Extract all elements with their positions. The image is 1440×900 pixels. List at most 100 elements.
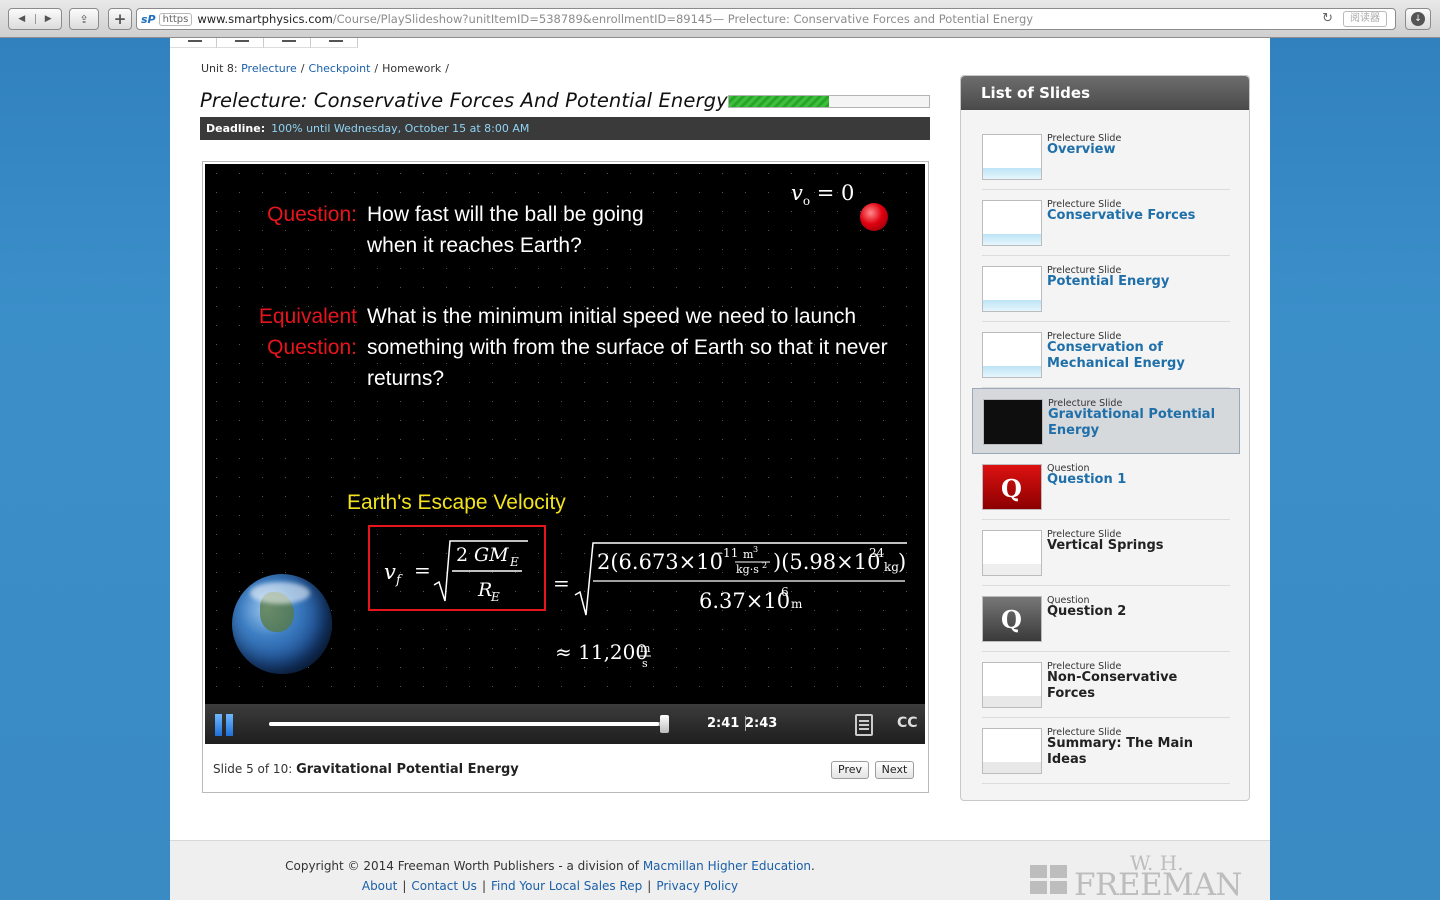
course-tab-2[interactable] xyxy=(217,38,264,48)
reload-icon[interactable]: ↻ xyxy=(1322,11,1333,26)
seek-bar[interactable] xyxy=(269,722,665,726)
downloads-button[interactable]: ↓ xyxy=(1405,8,1431,30)
svg-text:=: = xyxy=(414,558,431,582)
about-link[interactable]: About xyxy=(362,879,397,893)
url-page-title: — Prelecture: Conservative Forces and Po… xyxy=(712,12,1034,26)
slide-thumbnail xyxy=(982,332,1042,378)
breadcrumb-prelecture-link[interactable]: Prelecture xyxy=(241,62,297,75)
breadcrumb-unit: Unit 8: xyxy=(201,62,238,75)
total-time: 2:43 xyxy=(745,716,778,731)
result-value: ≈ 11,200 xyxy=(555,640,648,664)
reader-button[interactable]: 阅读器 xyxy=(1343,11,1387,27)
slide-title: Question 1 xyxy=(1047,472,1127,487)
slide-list-item[interactable]: Q Question Question 2 xyxy=(982,586,1230,652)
slide-title: Non-Conservative Forces xyxy=(1047,670,1178,701)
slide-list-item[interactable]: Prelecture Slide Conservation of Mechani… xyxy=(982,322,1230,388)
svg-text:3: 3 xyxy=(753,545,758,554)
slide-thumbnail xyxy=(982,728,1042,774)
slide-thumbnail xyxy=(982,134,1042,180)
closed-captions-icon[interactable]: CC xyxy=(897,715,918,731)
next-button[interactable]: Next xyxy=(875,761,914,779)
address-bar[interactable]: sP https www.smartphysics.com /Course/Pl… xyxy=(136,8,1396,30)
svg-text:m: m xyxy=(640,642,651,655)
sales-rep-link[interactable]: Find Your Local Sales Rep xyxy=(491,879,642,893)
slide-list-heading: List of Slides xyxy=(961,76,1249,110)
svg-text:f: f xyxy=(395,573,403,588)
breadcrumb-separator: / xyxy=(300,62,305,75)
pause-icon xyxy=(215,714,222,736)
slide-indicator: Slide 5 of 10: Gravitational Potential E… xyxy=(213,762,519,777)
svg-text:E: E xyxy=(509,555,519,569)
browser-toolbar: ◀ ▶ ⇪ + sP https www.smartphysics.com /C… xyxy=(0,0,1440,38)
slide-list-item[interactable]: Q Question Question 1 xyxy=(982,454,1230,520)
https-lock-badge: https xyxy=(158,12,193,26)
slide-thumbnail xyxy=(982,266,1042,312)
formula-substitution-svg: = 2(6.673×10 −11 m3 kg·s 2 )(5.98×10 24 k… xyxy=(553,542,907,616)
current-time: 2:41 xyxy=(707,716,747,731)
course-tab-3[interactable] xyxy=(264,38,311,48)
contact-us-link[interactable]: Contact Us xyxy=(411,879,477,893)
svg-text:6: 6 xyxy=(781,585,789,599)
slide-list-panel: List of Slides Prelecture Slide Overview… xyxy=(960,75,1250,801)
download-arrow-icon: ↓ xyxy=(1411,12,1425,26)
course-tab-1[interactable] xyxy=(170,38,217,48)
question-text: How fast will the ball be going when it … xyxy=(367,203,644,257)
breadcrumb-checkpoint-link[interactable]: Checkpoint xyxy=(309,62,371,75)
back-arrow-icon[interactable]: ◀ xyxy=(9,14,36,24)
pause-button[interactable] xyxy=(214,714,236,736)
course-tab-4[interactable] xyxy=(311,38,358,48)
slide-title: Conservative Forces xyxy=(1047,208,1196,223)
slide-name: Gravitational Potential Energy xyxy=(296,762,519,777)
slide-list-item[interactable]: Prelecture Slide Summary: The Main Ideas xyxy=(982,718,1230,784)
breadcrumb: Unit 8: Prelecture / Checkpoint / Homework / xyxy=(201,62,453,75)
equivalent-question-label: Equivalent Question: xyxy=(258,305,357,359)
slide-list-item[interactable]: Prelecture Slide Conservative Forces xyxy=(982,190,1230,256)
back-forward-buttons[interactable]: ◀ ▶ xyxy=(8,8,62,30)
privacy-policy-link[interactable]: Privacy Policy xyxy=(656,879,738,893)
logo-text-bottom: FREEMAN xyxy=(1074,867,1242,900)
slide-title: Conservation of Mechanical Energy xyxy=(1047,340,1185,371)
svg-text:s: s xyxy=(642,657,648,670)
copyright-prefix: Copyright © 2014 Freeman Worth Publisher… xyxy=(285,859,643,873)
prev-button[interactable]: Prev xyxy=(831,761,869,779)
svg-text:2: 2 xyxy=(456,544,468,566)
svg-text:kg: kg xyxy=(884,560,899,574)
completion-progress-bar xyxy=(728,95,930,108)
svg-text:6.37×10: 6.37×10 xyxy=(699,589,790,613)
question-thumbnail-icon: Q xyxy=(982,464,1042,510)
svg-text:=: = xyxy=(553,571,570,595)
slide-thumbnail xyxy=(982,662,1042,708)
notes-icon[interactable] xyxy=(855,714,873,736)
breadcrumb-homework: Homework xyxy=(382,62,442,75)
red-ball xyxy=(860,203,888,231)
svg-text:GM: GM xyxy=(474,544,509,566)
slide-thumbnail xyxy=(982,530,1042,576)
svg-text:v: v xyxy=(384,560,396,584)
slide-title: Summary: The Main Ideas xyxy=(1047,736,1193,767)
slide-list-item-active[interactable]: Prelecture Slide Gravitational Potential… xyxy=(972,388,1240,454)
slide-thumbnail xyxy=(983,399,1043,445)
slide-position: Slide 5 of 10: xyxy=(213,762,293,776)
slide-title: Question 2 xyxy=(1047,604,1127,619)
page-title: Prelecture: Conservative Forces And Pote… xyxy=(200,89,728,112)
new-tab-plus-icon[interactable]: + xyxy=(108,8,132,30)
page-content: Unit 8: Prelecture / Checkpoint / Homework / … xyxy=(170,38,1270,900)
deadline-label: Deadline: xyxy=(206,122,266,135)
progress-fill xyxy=(729,96,829,107)
svg-text:2(6.673×10: 2(6.673×10 xyxy=(597,550,723,574)
slide-title: Gravitational Potential Energy xyxy=(1048,407,1216,438)
url-host: www.smartphysics.com xyxy=(197,12,333,26)
svg-text:): ) xyxy=(898,550,906,574)
macmillan-link[interactable]: Macmillan Higher Education xyxy=(643,859,811,873)
seek-handle[interactable] xyxy=(660,715,669,733)
copyright-text: Copyright © 2014 Freeman Worth Publisher… xyxy=(170,859,930,873)
slide-title: Potential Energy xyxy=(1047,274,1170,289)
forward-arrow-icon[interactable]: ▶ xyxy=(36,14,62,24)
slide-list-item[interactable]: Prelecture Slide Non-Conservative Forces xyxy=(982,652,1230,718)
slide-list-item[interactable]: Prelecture Slide Vertical Springs xyxy=(982,520,1230,586)
deadline-value: 100% until Wednesday, October 15 at 8:00… xyxy=(271,122,530,135)
seek-bar-fill xyxy=(269,722,660,726)
slide-list-item[interactable]: Prelecture Slide Overview xyxy=(982,124,1230,190)
share-icon[interactable]: ⇪ xyxy=(69,8,99,30)
slide-list-item[interactable]: Prelecture Slide Potential Energy xyxy=(982,256,1230,322)
